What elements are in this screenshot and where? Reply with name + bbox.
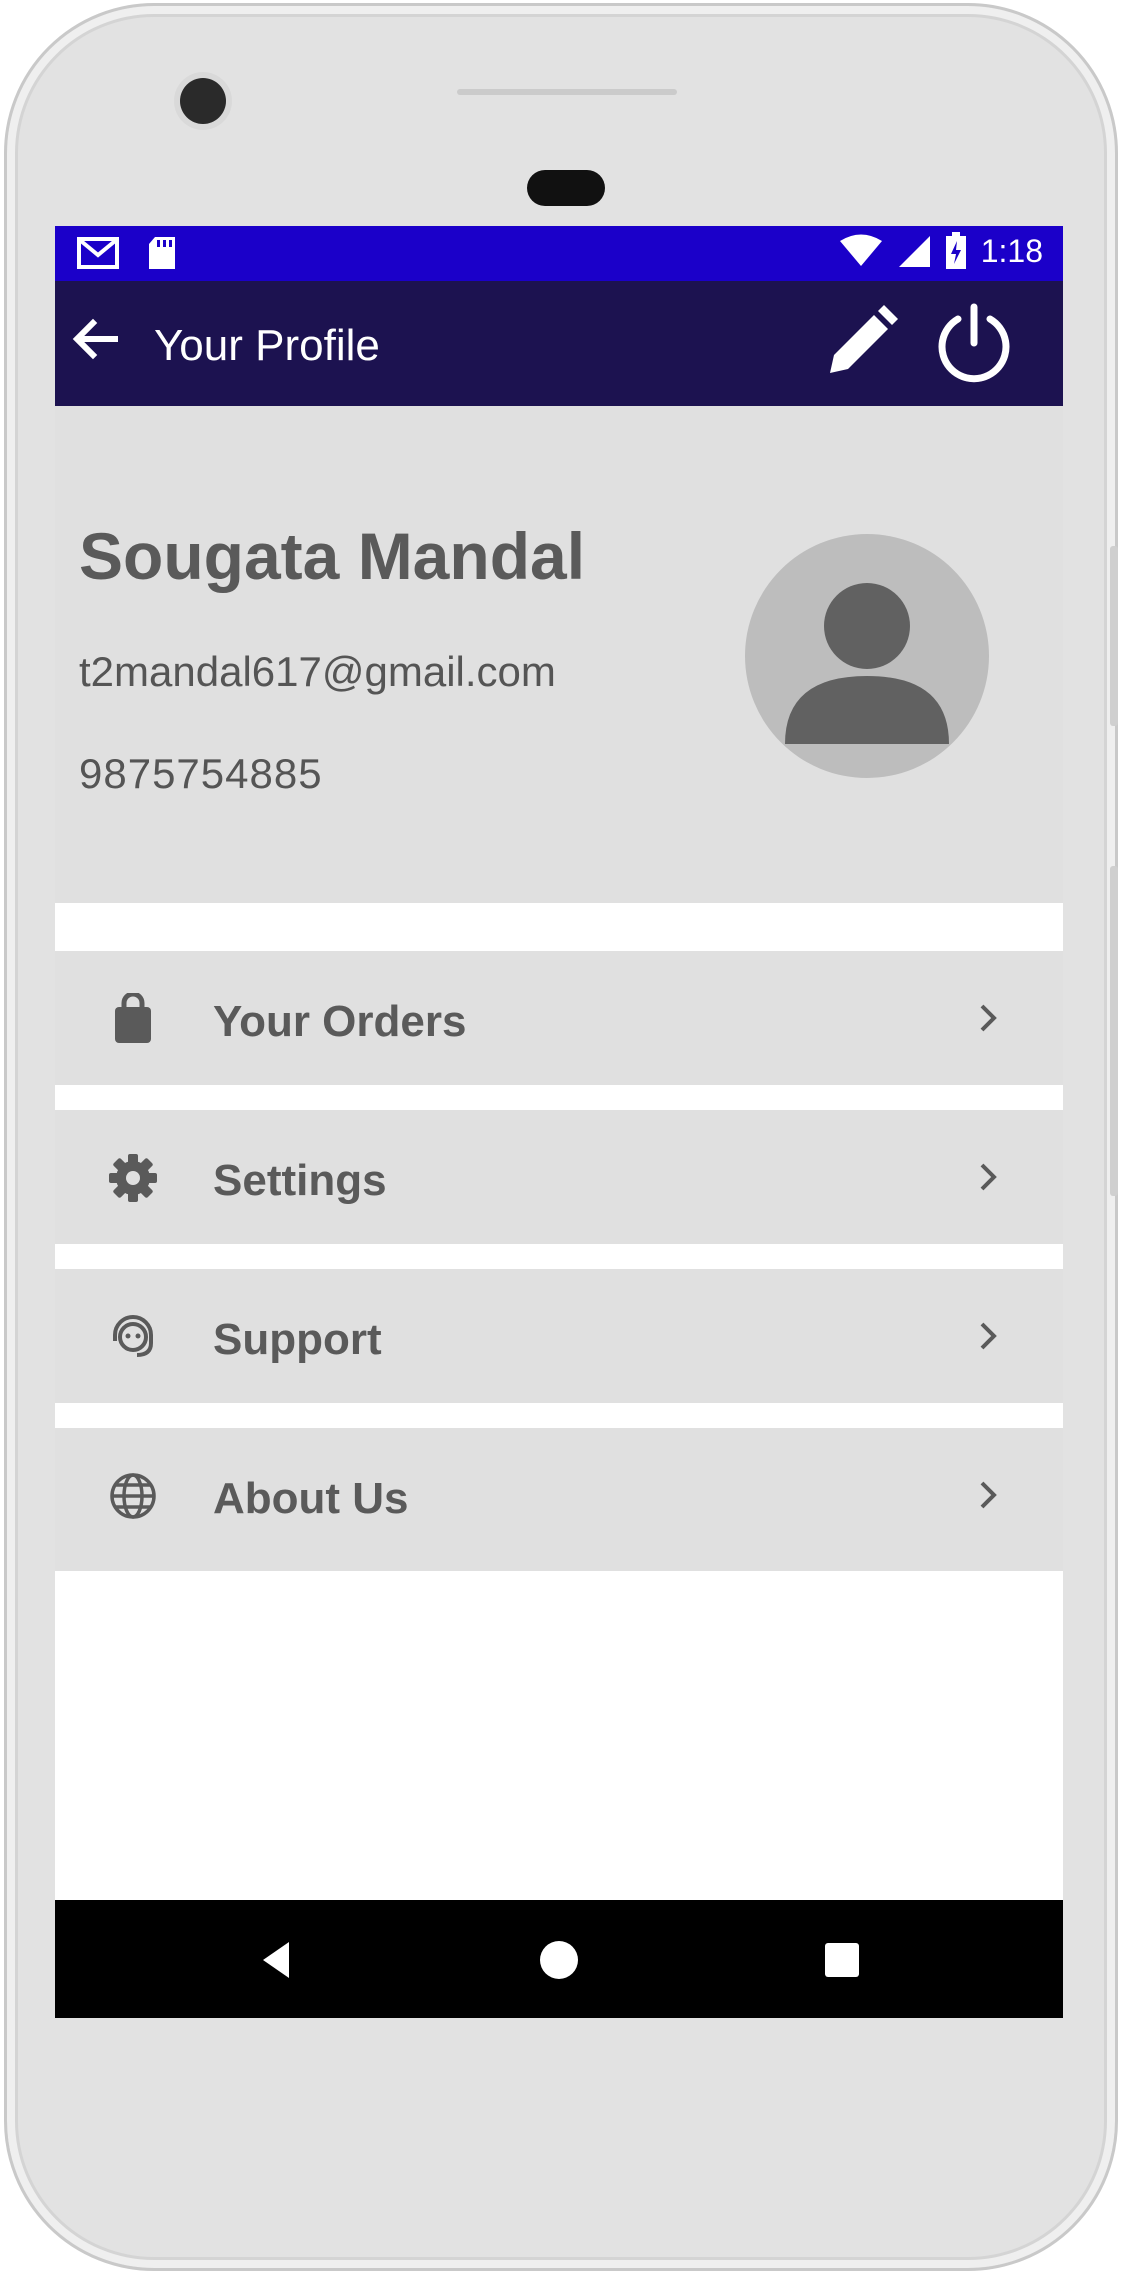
divider [55,1244,1063,1269]
divider [55,1403,1063,1428]
gmail-icon [77,237,119,269]
menu-item-about-us[interactable]: About Us [55,1428,1063,1562]
status-time: 1:18 [980,232,1043,269]
shopping-bag-icon [115,993,151,1043]
empty-area [55,1571,1063,1913]
profile-name: Sougata Mandal [79,519,586,593]
menu-label: Support [213,1315,382,1364]
chevron-right-icon [980,1322,997,1350]
profile-section: Sougata Mandal t2mandal617@gmail.com 987… [55,406,1063,903]
front-camera [180,78,226,124]
profile-email: t2mandal617@gmail.com [79,648,556,695]
gear-icon [109,1154,157,1202]
menu-item-support[interactable]: Support [55,1269,1063,1403]
power-icon[interactable] [932,301,1016,385]
menu-item-your-orders[interactable]: Your Orders [55,951,1063,1085]
battery-icon [945,232,966,269]
menu-label: Settings [213,1156,387,1205]
signal-icon [898,236,930,267]
page-title: Your Profile [154,321,380,370]
edit-icon[interactable] [820,303,900,383]
volume-side-button [1110,866,1118,1196]
menu-label: Your Orders [213,997,467,1046]
arrow-back-icon[interactable] [65,309,125,369]
nav-back-icon[interactable] [255,1938,299,1982]
divider [55,903,1063,951]
avatar[interactable] [745,534,989,778]
profile-phone: 9875754885 [79,750,323,797]
nav-home-icon[interactable] [537,1938,581,1982]
app-bar: Your Profile [55,281,1063,406]
earpiece-grille [457,89,677,95]
sd-card-icon [149,237,175,269]
power-side-button [1110,546,1118,726]
menu-label: About Us [213,1474,409,1523]
support-agent-icon [113,1315,153,1357]
nav-recents-icon[interactable] [820,1938,864,1982]
navigation-bar [55,1900,1063,2018]
globe-icon [110,1473,156,1519]
speaker [527,170,605,206]
divider [55,1085,1063,1110]
chevron-right-icon [980,1004,997,1032]
status-bar: 1:18 [55,226,1063,281]
screen: 1:18 Your Profile Sougata Mandal t2manda… [55,226,1063,2018]
menu-item-settings[interactable]: Settings [55,1110,1063,1244]
person-icon [785,583,949,744]
chevron-right-icon [980,1163,997,1191]
wifi-icon [839,234,882,266]
chevron-right-icon [980,1481,997,1509]
